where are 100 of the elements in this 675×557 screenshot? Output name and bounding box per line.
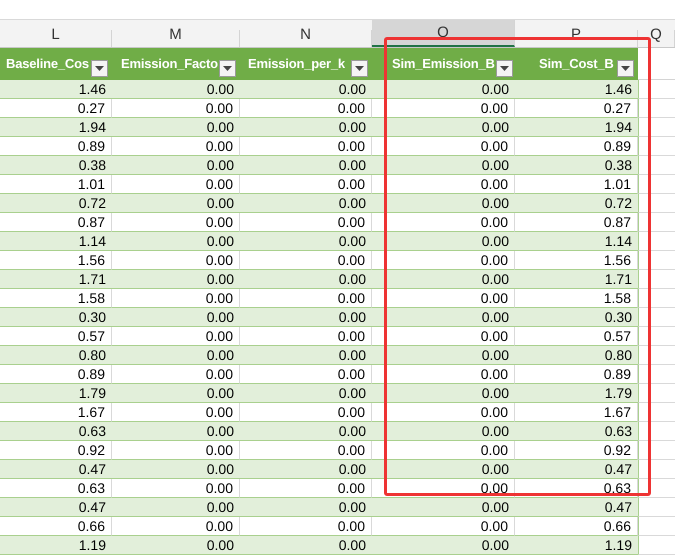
column-header[interactable]: L <box>0 30 112 47</box>
filter-button[interactable] <box>351 60 368 76</box>
table-cell: 0.30 <box>515 308 638 327</box>
table-cell: 0.47 <box>0 460 112 479</box>
table-cell: 0.00 <box>240 384 372 403</box>
table-cell: 0.00 <box>112 232 240 251</box>
table-cell: 0.89 <box>0 365 112 384</box>
table-cell: 0.00 <box>240 156 372 175</box>
table-cell: 0.00 <box>240 441 372 460</box>
table-cell: 0.00 <box>240 289 372 308</box>
table-cell: 0.00 <box>240 194 372 213</box>
table-cell: 0.00 <box>240 175 372 194</box>
table-cell: 0.00 <box>112 327 240 346</box>
table-cell: 1.58 <box>0 289 112 308</box>
table-cell: 0.00 <box>112 441 240 460</box>
table-cell: 0.00 <box>372 270 515 289</box>
table-cell: 0.00 <box>240 327 372 346</box>
table-cell: 0.00 <box>372 498 515 517</box>
table-cell: 0.80 <box>515 346 638 365</box>
table-cell: 0.00 <box>240 80 372 99</box>
table-cell: 0.63 <box>0 422 112 441</box>
table-cell: 0.00 <box>240 479 372 498</box>
table-cell: 0.00 <box>240 517 372 536</box>
table-cell: 0.00 <box>112 118 240 137</box>
header-cell-text: Sim_Cost_B <box>539 55 614 74</box>
table-cell: 0.00 <box>372 308 515 327</box>
table-cell: 0.00 <box>372 346 515 365</box>
table-cell: 1.71 <box>515 270 638 289</box>
filter-button[interactable] <box>219 60 236 76</box>
filter-button[interactable] <box>91 60 108 76</box>
table-cell: 0.00 <box>112 479 240 498</box>
column-header[interactable]: M <box>112 30 240 47</box>
table-cell: 0.00 <box>372 327 515 346</box>
table-cell: 0.00 <box>240 346 372 365</box>
filter-button[interactable] <box>617 60 634 76</box>
table-cell: 0.00 <box>112 80 240 99</box>
table-cell: 1.58 <box>515 289 638 308</box>
table-cell: 0.47 <box>515 498 638 517</box>
table-cell: 0.00 <box>372 175 515 194</box>
table-cell: 0.00 <box>372 460 515 479</box>
table-cell: 0.00 <box>112 137 240 156</box>
header-cell-text: Emission_Facto <box>121 55 218 74</box>
table-cell: 0.00 <box>112 213 240 232</box>
dropdown-arrow-icon <box>223 66 232 70</box>
table-cell: 1.19 <box>0 536 112 555</box>
table-cell: 0.00 <box>240 460 372 479</box>
table-cell: 0.00 <box>240 213 372 232</box>
table-cell: 0.00 <box>112 194 240 213</box>
table-cell: 0.00 <box>112 536 240 555</box>
table-cell: 0.00 <box>112 156 240 175</box>
table-cell: 1.56 <box>515 251 638 270</box>
table-cell: 1.67 <box>515 403 638 422</box>
table-cell: 0.00 <box>372 118 515 137</box>
table-cell: 0.00 <box>240 137 372 156</box>
table-cell: 0.00 <box>240 536 372 555</box>
table-cell: 0.92 <box>515 441 638 460</box>
table-cell: 0.66 <box>0 517 112 536</box>
table-cell: 1.19 <box>515 536 638 555</box>
table-cell: 0.00 <box>372 536 515 555</box>
table-cell: 0.00 <box>372 289 515 308</box>
table-cell: 0.92 <box>0 441 112 460</box>
header-cell-text: Emission_per_k <box>248 55 345 74</box>
table-cell: 0.00 <box>372 156 515 175</box>
table-cell: 0.00 <box>240 232 372 251</box>
table-cell: 0.00 <box>240 403 372 422</box>
table-cell: 0.00 <box>372 213 515 232</box>
dropdown-arrow-icon <box>621 66 630 70</box>
table-cell: 1.79 <box>515 384 638 403</box>
table-cell: 1.01 <box>515 175 638 194</box>
table-cell: 0.00 <box>372 403 515 422</box>
table-cell: 0.63 <box>0 479 112 498</box>
column-header[interactable]: Q <box>638 30 675 47</box>
table-cell: 0.00 <box>112 99 240 118</box>
table-cell: 0.00 <box>240 308 372 327</box>
table-cell: 1.94 <box>515 118 638 137</box>
table-cell: 0.00 <box>240 422 372 441</box>
table-cell: 1.46 <box>0 80 112 99</box>
table-cell: 0.00 <box>112 289 240 308</box>
table-cell: 0.00 <box>112 365 240 384</box>
table-cell: 0.00 <box>372 137 515 156</box>
table-cell: 0.00 <box>240 251 372 270</box>
table-cell: 1.14 <box>515 232 638 251</box>
filter-button[interactable] <box>496 60 513 76</box>
table-cell: 0.00 <box>112 460 240 479</box>
table-cell: 0.00 <box>112 308 240 327</box>
table-cell: 0.27 <box>0 99 112 118</box>
table-cell: 0.00 <box>112 403 240 422</box>
table-cell: 1.14 <box>0 232 112 251</box>
table-cell: 0.00 <box>112 270 240 289</box>
table-cell: 0.47 <box>515 460 638 479</box>
table-cell: 0.72 <box>515 194 638 213</box>
table-cell: 0.00 <box>372 80 515 99</box>
table-cell: 0.00 <box>240 498 372 517</box>
table-cell: 0.27 <box>515 99 638 118</box>
header-cell-text: Sim_Emission_B <box>392 55 495 74</box>
dropdown-arrow-icon <box>500 66 509 70</box>
table-cell: 0.00 <box>240 365 372 384</box>
table-cell: 1.67 <box>0 403 112 422</box>
table-cell: 0.00 <box>112 251 240 270</box>
table-cell: 0.89 <box>515 365 638 384</box>
